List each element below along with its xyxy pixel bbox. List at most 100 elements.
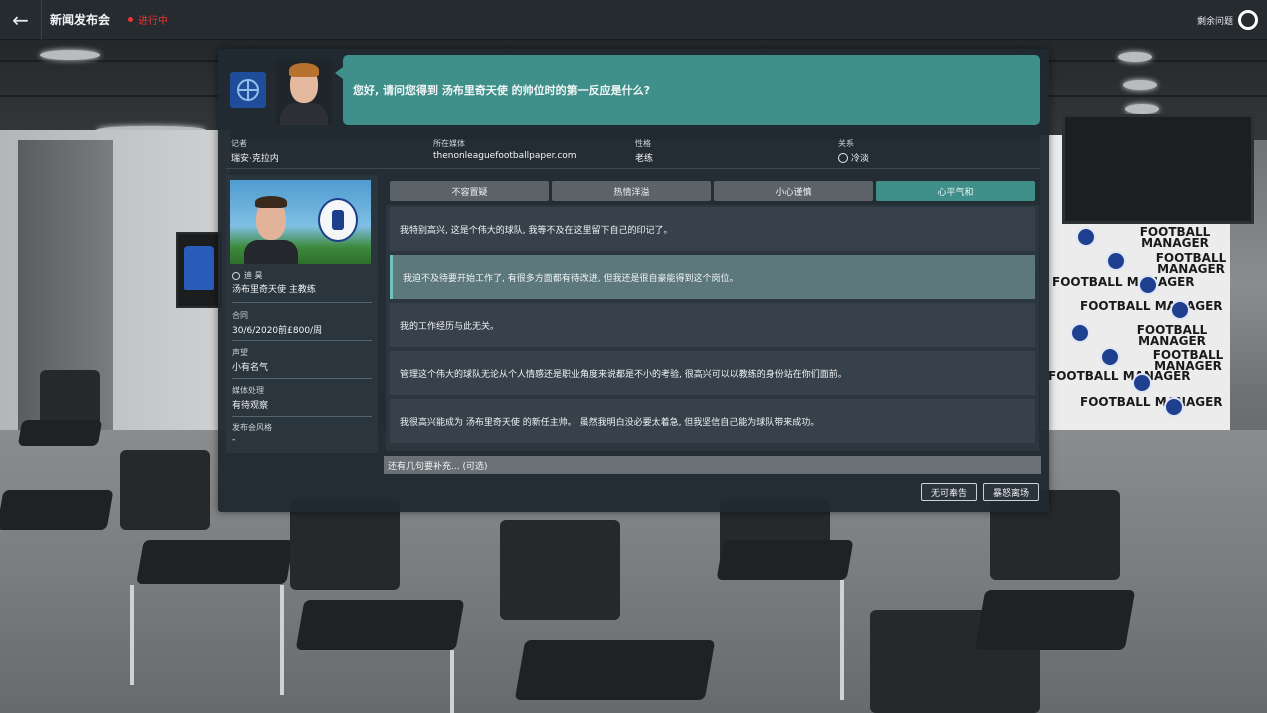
press-style-block: 发布会风格 - bbox=[232, 422, 372, 445]
chair-leg bbox=[280, 585, 284, 695]
tone-tabs: 不容置疑 热情洋溢 小心谨慎 心平气和 bbox=[390, 181, 1035, 201]
divider bbox=[232, 416, 372, 417]
relationship-row: 冷淡 bbox=[838, 151, 869, 164]
globe-icon bbox=[237, 79, 259, 101]
chair bbox=[295, 600, 465, 650]
answer-option[interactable]: 我特别高兴, 这是个伟大的球队, 我等不及在这里留下自己的印记了。 bbox=[390, 207, 1035, 251]
backdrop-logo: FOOTBALL MANAGER bbox=[1139, 225, 1211, 250]
media-handling-value: 有待观察 bbox=[232, 401, 269, 411]
reporter-relationship-block: 关系 冷淡 bbox=[838, 138, 869, 164]
manager-name[interactable]: 迪 昊 bbox=[244, 270, 263, 281]
answer-option[interactable]: 我很高兴能成为 汤布里奇天使 的新任主帅。 虽然我明白没必要太着急, 但我坚信自… bbox=[390, 399, 1035, 443]
chair bbox=[290, 500, 400, 590]
reputation-label: 声望 bbox=[232, 348, 248, 357]
avatar-hair bbox=[289, 63, 319, 77]
backdrop-logo: FOOTBALL MANAGER bbox=[1052, 275, 1195, 289]
chair-leg bbox=[130, 585, 134, 685]
chair bbox=[136, 540, 294, 584]
chair-leg bbox=[450, 650, 454, 713]
personality-value: 老练 bbox=[635, 154, 654, 164]
reporter-avatar bbox=[276, 59, 332, 125]
contract-label: 合同 bbox=[232, 311, 248, 320]
contract-block: 合同 30/6/2020前£800/周 bbox=[232, 310, 372, 336]
ceiling-light bbox=[1118, 52, 1152, 62]
manager-photo bbox=[230, 180, 371, 264]
chair bbox=[716, 540, 854, 580]
club-badge-icon bbox=[1106, 251, 1126, 271]
ceiling-light bbox=[1125, 104, 1159, 114]
ceiling-light bbox=[1123, 80, 1157, 90]
club-badge-icon bbox=[1170, 300, 1190, 320]
progress-ring-icon bbox=[1238, 10, 1258, 30]
reporter-name-block: 记者 瑞安·克拉内 bbox=[231, 138, 279, 164]
press-style-label: 发布会风格 bbox=[232, 423, 272, 432]
avatar-body bbox=[280, 103, 328, 125]
chair bbox=[120, 450, 210, 530]
club-badge-icon bbox=[1164, 397, 1184, 417]
media-outlet-logo bbox=[230, 72, 266, 108]
chair bbox=[500, 520, 620, 620]
manager-avatar-body bbox=[244, 240, 298, 264]
arrow-left-icon: ← bbox=[12, 7, 29, 32]
divider bbox=[226, 168, 1040, 169]
club-badge-icon bbox=[1070, 323, 1090, 343]
answer-option-selected[interactable]: 我迫不及待要开始工作了, 有很多方面都有待改进, 但我还是很自豪能得到这个岗位。 bbox=[390, 255, 1035, 299]
reporter-name[interactable]: 瑞安·克拉内 bbox=[231, 151, 279, 164]
additional-comment-input[interactable]: 还有几句要补充... (可选) bbox=[384, 456, 1041, 474]
question-text: 您好, 请问您得到 汤布里奇天使 的帅位时的第一反应是什么? bbox=[353, 84, 651, 97]
media-name: thenonleaguefootballpaper.com bbox=[433, 151, 577, 161]
chair bbox=[17, 420, 103, 446]
tone-tab-cautious[interactable]: 小心谨慎 bbox=[714, 181, 873, 201]
jersey-icon bbox=[184, 246, 214, 290]
back-button[interactable]: ← bbox=[0, 0, 42, 40]
chair-leg bbox=[840, 580, 844, 700]
media-label: 所在媒体 bbox=[433, 139, 465, 148]
reporter-label: 记者 bbox=[231, 139, 247, 148]
club-crest-icon bbox=[318, 198, 358, 242]
divider bbox=[232, 340, 372, 341]
divider bbox=[232, 378, 372, 379]
storm-off-button[interactable]: 暴怒离场 bbox=[983, 483, 1039, 501]
cold-icon bbox=[838, 152, 848, 163]
relationship-label: 关系 bbox=[838, 139, 854, 148]
club-badge-icon bbox=[1076, 227, 1096, 247]
chair bbox=[514, 640, 716, 700]
backdrop-logo: FOOTBALL MANAGER bbox=[1136, 323, 1208, 348]
club-badge-icon bbox=[1138, 275, 1158, 295]
reporter-personality-block: 性格 老练 bbox=[635, 138, 653, 164]
question-bubble: 您好, 请问您得到 汤布里奇天使 的帅位时的第一反应是什么? bbox=[335, 55, 1040, 125]
backdrop-logo: FOOTBALL MANAGER bbox=[1080, 299, 1223, 313]
ceiling-light bbox=[40, 50, 100, 60]
top-bar: ← 新闻发布会 进行中 剩余问题 bbox=[0, 0, 1267, 40]
divider bbox=[232, 302, 372, 303]
tone-tab-passionate[interactable]: 热情洋溢 bbox=[552, 181, 711, 201]
answer-option[interactable]: 管理这个伟大的球队无论从个人情感还是职业角度来说都是不小的考验, 很高兴可以以教… bbox=[390, 351, 1035, 395]
media-handling-block: 媒体处理 有待观察 bbox=[232, 385, 372, 411]
press-style-value: - bbox=[232, 435, 236, 445]
manager-avatar-hair bbox=[255, 196, 287, 208]
chair bbox=[0, 490, 114, 530]
tone-tab-assertive[interactable]: 不容置疑 bbox=[390, 181, 549, 201]
backdrop-logo: FOOTBALL MANAGER bbox=[1155, 251, 1227, 276]
answer-options: 我特别高兴, 这是个伟大的球队, 我等不及在这里留下自己的印记了。 我迫不及待要… bbox=[386, 205, 1039, 451]
reputation-block: 声望 小有名气 bbox=[232, 347, 372, 373]
manager-name-row: 迪 昊 bbox=[232, 270, 263, 281]
remaining-questions-label: 剩余问题 bbox=[1196, 17, 1233, 27]
media-handling-label: 媒体处理 bbox=[232, 386, 264, 395]
backdrop-logo: FOOTBALL MANAGER bbox=[1080, 395, 1223, 409]
relationship-value: 冷淡 bbox=[851, 154, 870, 164]
press-conference-panel: 您好, 请问您得到 汤布里奇天使 的帅位时的第一反应是什么? 记者 瑞安·克拉内… bbox=[218, 49, 1049, 512]
personality-label: 性格 bbox=[635, 139, 651, 148]
live-status-dot-icon bbox=[128, 17, 134, 22]
reporter-media-block: 所在媒体 thenonleaguefootballpaper.com bbox=[433, 138, 577, 161]
answer-option[interactable]: 我的工作经历与此无关。 bbox=[390, 303, 1035, 347]
no-comment-button[interactable]: 无可奉告 bbox=[921, 483, 977, 501]
manager-role: 汤布里奇天使 主教练 bbox=[232, 285, 316, 295]
tone-tab-calm[interactable]: 心平气和 bbox=[876, 181, 1035, 201]
live-status: 进行中 bbox=[138, 16, 169, 27]
contract-value: 30/6/2020前£800/周 bbox=[232, 326, 323, 336]
screen-title: 新闻发布会 bbox=[50, 13, 111, 27]
wall-tv bbox=[1062, 114, 1254, 224]
backdrop-logo: FOOTBALL MANAGER bbox=[1048, 369, 1191, 383]
club-badge-icon bbox=[1132, 373, 1152, 393]
